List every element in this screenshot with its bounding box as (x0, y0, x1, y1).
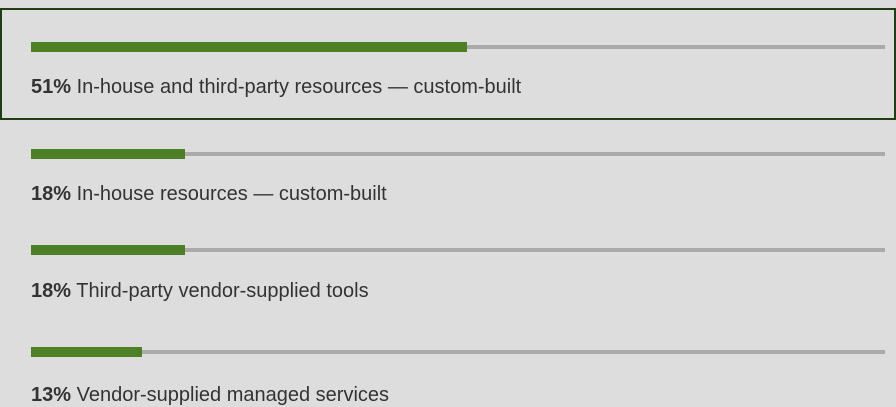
result-row[interactable]: 13% Vendor-supplied managed services (0, 340, 896, 407)
result-row[interactable]: 51% In-house and third-party resources —… (0, 8, 896, 120)
row-text: Third-party vendor-supplied tools (76, 280, 369, 302)
bar-track (31, 245, 885, 255)
bar-track (31, 347, 885, 357)
bar-track (31, 149, 885, 159)
bar-track (31, 42, 885, 52)
bar-fill (31, 149, 185, 159)
row-text: In-house resources — custom-built (76, 183, 387, 205)
row-percent: 13% (31, 384, 72, 406)
bar-fill (31, 347, 142, 357)
row-text: In-house and third-party resources — cus… (76, 76, 522, 98)
row-label: 18% Third-party vendor-supplied tools (31, 279, 369, 303)
bar-fill (31, 42, 467, 52)
row-percent: 18% (31, 280, 72, 302)
row-label: 51% In-house and third-party resources —… (31, 75, 521, 99)
row-percent: 18% (31, 183, 72, 205)
bar-fill (31, 245, 185, 255)
row-label: 13% Vendor-supplied managed services (31, 383, 389, 407)
row-percent: 51% (31, 76, 72, 98)
result-row[interactable]: 18% In-house resources — custom-built (0, 142, 896, 222)
row-label: 18% In-house resources — custom-built (31, 182, 387, 206)
result-row[interactable]: 18% Third-party vendor-supplied tools (0, 238, 896, 318)
row-text: Vendor-supplied managed services (76, 384, 390, 406)
